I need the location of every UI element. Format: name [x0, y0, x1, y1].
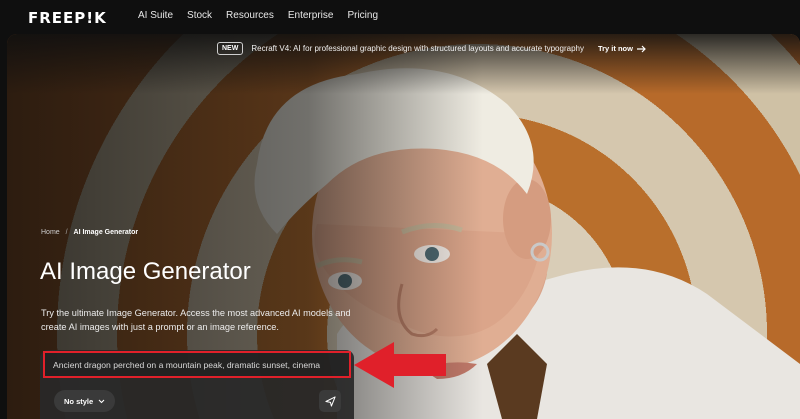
nav-link-resources[interactable]: Resources [226, 10, 274, 21]
nav-link-ai-suite[interactable]: AI Suite [138, 10, 173, 21]
freepik-logo[interactable]: FREEP!K [28, 9, 107, 27]
page-subtitle: Try the ultimate Image Generator. Access… [41, 308, 351, 332]
send-button[interactable] [319, 390, 341, 412]
breadcrumb-separator: / [65, 229, 68, 236]
style-selector-label: No style [64, 396, 94, 406]
annotation-arrow-icon [354, 342, 446, 388]
arrow-right-icon [636, 45, 646, 52]
chevron-down-icon [98, 399, 105, 403]
top-navigation: FREEP!K AI Suite Stock Resources Enterpr… [0, 0, 800, 34]
send-icon [324, 395, 336, 407]
try-it-now-link[interactable]: Try it now [598, 44, 647, 53]
announcement-bar: NEW Recraft V4: AI for professional grap… [217, 42, 647, 55]
new-badge: NEW [217, 42, 244, 55]
announcement-text: Recraft V4: AI for professional graphic … [251, 44, 584, 53]
breadcrumb: Home / AI Image Generator [41, 229, 138, 236]
prompt-input[interactable] [43, 351, 351, 378]
nav-links: AI Suite Stock Resources Enterprise Pric… [138, 10, 392, 21]
page-title: AI Image Generator [40, 258, 251, 285]
nav-link-stock[interactable]: Stock [187, 10, 212, 21]
style-selector-button[interactable]: No style [54, 390, 116, 412]
nav-link-enterprise[interactable]: Enterprise [288, 10, 334, 21]
breadcrumb-home[interactable]: Home [41, 229, 60, 236]
nav-link-pricing[interactable]: Pricing [347, 10, 378, 21]
breadcrumb-current: AI Image Generator [73, 229, 139, 236]
try-it-now-label: Try it now [597, 44, 633, 53]
